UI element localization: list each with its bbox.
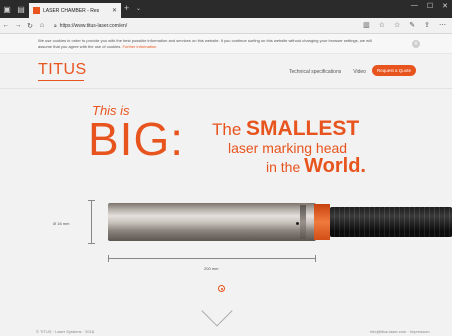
cookie-more-link[interactable]: Further information [123, 44, 157, 49]
length-dimension-label: 200 mm [204, 266, 219, 271]
scroll-indicator-icon[interactable] [218, 285, 225, 292]
laser-head-orange-band [314, 204, 330, 240]
hero-smallest-line: The SMALLEST [212, 117, 360, 140]
hero-big: BIG: [88, 113, 185, 165]
home-icon[interactable]: ⌂ [36, 22, 48, 29]
tab-actions-icon[interactable]: ▣ [0, 0, 14, 18]
nav-video[interactable]: Video [353, 69, 366, 75]
tab-preview-icon[interactable]: ▤ [14, 0, 28, 18]
titus-logo[interactable]: TITUS [38, 61, 87, 79]
laser-head-screw [296, 222, 299, 225]
nav-technical-specifications[interactable]: Technical specifications [289, 69, 341, 75]
laser-head-cable [330, 207, 452, 237]
address-bar-row: ← → ↻ ⌂ 🔒︎ https://www.titus-laser.com/e… [0, 18, 452, 34]
refresh-icon[interactable]: ↻ [24, 22, 36, 30]
cookie-text: We use cookies in order to provide you w… [38, 38, 378, 49]
length-dimension-line [108, 255, 316, 262]
forward-icon[interactable]: → [12, 22, 24, 29]
scroll-down-chevron-icon[interactable] [201, 295, 233, 327]
hero-smallest: SMALLEST [246, 117, 360, 140]
request-quote-button[interactable]: Request a Quote [372, 65, 416, 76]
back-icon[interactable]: ← [0, 22, 12, 29]
height-dimension-label: Ø 16 mm [53, 221, 70, 226]
header-divider [0, 88, 452, 89]
close-window-button[interactable]: ✕ [442, 2, 448, 10]
chevron-down-icon[interactable]: ⌄ [136, 5, 141, 12]
website: TITUS Technical specifications Video Req… [0, 54, 452, 336]
minimize-button[interactable]: — [411, 2, 418, 10]
cookie-banner: We use cookies in order to provide you w… [0, 34, 452, 54]
tab-close-icon[interactable]: ✕ [112, 7, 117, 14]
hero-in-the: in the [266, 159, 305, 175]
url-field[interactable]: 🔒︎ https://www.titus-laser.com/en/ [54, 21, 304, 31]
url-text: https://www.titus-laser.com/en/ [59, 23, 128, 29]
laser-head-barrel [108, 203, 316, 241]
hero-world: World. [304, 155, 366, 177]
notes-icon[interactable]: ✎ [409, 21, 415, 29]
reading-view-icon[interactable]: ▥ [363, 21, 370, 29]
tab-title: LASER CHAMBER - Res [43, 7, 100, 14]
hero-the: The [212, 120, 247, 139]
favicon-icon [33, 7, 40, 14]
hero-world-line: in the World. [266, 155, 366, 177]
main-nav: Technical specifications Video [289, 69, 366, 75]
favorite-star-icon[interactable]: ☆ [379, 21, 385, 29]
browser-tab[interactable]: LASER CHAMBER - Res ✕ [29, 3, 121, 18]
height-dimension-line [88, 200, 95, 244]
more-icon[interactable]: ⋯ [439, 21, 446, 29]
share-icon[interactable]: ⇪ [424, 21, 430, 29]
logo-underline [38, 80, 84, 81]
favorites-hub-icon[interactable]: ☆ [394, 21, 400, 29]
footer-right[interactable]: info@titus-laser.com · Impressum [370, 329, 430, 334]
hero-laser-marking-head: laser marking head [228, 140, 348, 156]
laser-head-ring [300, 205, 306, 239]
lock-icon: 🔒︎ [54, 23, 57, 29]
footer-left: © TITUS · Laser Systems · 2018 [36, 329, 95, 334]
browser-window: ▣ ▤ LASER CHAMBER - Res ✕ + ⌄ — ☐ ✕ ← → … [0, 0, 452, 336]
cookie-message: We use cookies in order to provide you w… [38, 38, 372, 49]
tab-bar: ▣ ▤ LASER CHAMBER - Res ✕ + ⌄ — ☐ ✕ [0, 0, 452, 18]
new-tab-button[interactable]: + [124, 3, 129, 13]
maximize-button[interactable]: ☐ [427, 2, 433, 10]
cookie-close-button[interactable]: ✕ [412, 40, 420, 48]
